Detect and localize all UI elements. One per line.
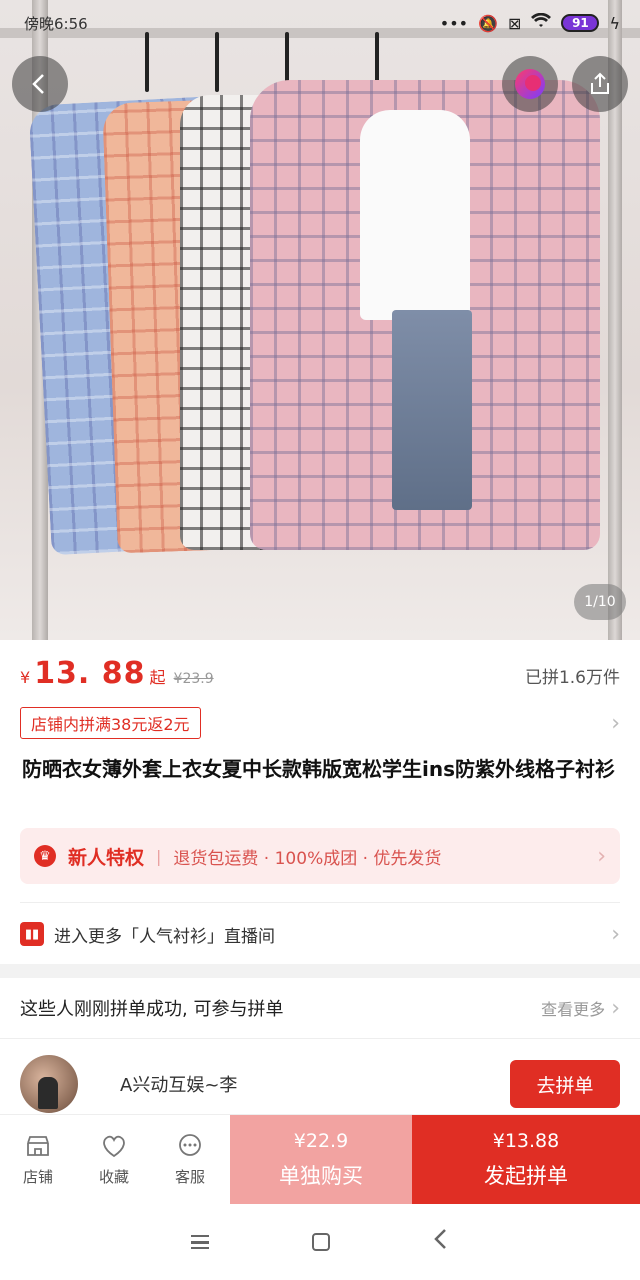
coupon-badge[interactable]: 店铺内拼满38元返2元 [20,707,201,739]
live-room-link[interactable]: ▮▮ 进入更多「人气衬衫」直播间 › [20,912,620,956]
back-nav-icon[interactable] [433,1228,449,1256]
coupon-row[interactable]: 店铺内拼满38元返2元 › [20,706,620,740]
mute-bell-icon: 🔕 [478,13,499,33]
avatar [20,1055,78,1113]
live-tv-icon: ▮▮ [20,922,44,946]
store-button[interactable]: 店铺 [0,1115,76,1204]
price-suffix: 起 [149,668,166,687]
price: ¥ 13. 88 起 ¥23.9 [20,656,214,691]
brand-button[interactable] [502,56,558,112]
perk-separator: | [156,846,162,866]
section-gap [0,964,640,978]
view-more-link[interactable]: 查看更多 › [541,996,620,1021]
service-button[interactable]: 客服 [152,1115,228,1204]
heart-icon [100,1132,128,1160]
share-icon [591,72,609,94]
product-title: 防晒衣女薄外套上衣女夏中长款韩版宽松学生ins防紫外线格子衬衫 [22,757,615,781]
group-buy-heading: 这些人刚刚拼单成功, 可参与拼单 [20,999,284,1020]
back-button[interactable] [12,56,68,112]
start-group-buy-button[interactable]: ¥13.88 发起拼单 [412,1115,640,1204]
store-icon [25,1132,51,1160]
chat-icon [176,1132,204,1160]
group-buy-row: A兴动互娱~李 去拼单 [20,1054,620,1114]
price-row: ¥ 13. 88 起 ¥23.9 已拼1.6万件 [20,656,620,696]
original-price: ¥23.9 [173,671,214,687]
charging-icon: ϟ [609,13,620,33]
chevron-right-icon: › [611,921,620,947]
single-label: 单独购买 [279,1163,363,1188]
currency-symbol: ¥ [20,668,31,687]
denim-shorts [392,310,472,510]
group-price: ¥13.88 [492,1129,560,1152]
recent-apps-icon[interactable] [191,1235,210,1249]
sim-off-icon: ⊠ [508,13,522,33]
view-more-label: 查看更多 [541,1000,606,1019]
share-button[interactable] [572,56,628,112]
status-time: 傍晚6:56 [24,14,88,33]
status-bar: 傍晚6:56 ••• 🔕 ⊠ 91 ϟ [0,0,640,46]
favorite-label: 收藏 [98,1168,129,1186]
home-icon[interactable] [311,1233,330,1251]
sold-count: 已拼1.6万件 [524,668,620,688]
battery-indicator: 91 [561,14,600,32]
status-icons: ••• 🔕 ⊠ 91 ϟ [439,12,620,33]
wifi-icon [531,12,552,33]
live-room-text: 进入更多「人气衬衫」直播间 [54,926,275,947]
favorite-button[interactable]: 收藏 [76,1115,152,1204]
bottom-tools: 店铺 收藏 客服 [0,1115,230,1204]
chevron-left-icon [32,74,44,94]
brand-orb-icon [515,69,545,99]
chevron-right-icon: › [611,710,620,736]
more-dots-icon: ••• [439,13,469,33]
system-nav-bar [0,1204,640,1280]
white-tee [360,110,470,320]
group-label: 发起拼单 [484,1163,568,1188]
divider [20,902,620,903]
chevron-right-icon: › [597,843,606,869]
buy-single-button[interactable]: ¥22.9 单独购买 [230,1115,412,1204]
bottom-action-bar: 店铺 收藏 客服 ¥22.9 单独购买 ¥13.88 发起拼单 [0,1114,640,1204]
image-counter: 1/10 [574,584,626,620]
crown-icon: ♛ [34,845,56,867]
perk-text: 退货包运费 · 100%成团 · 优先发货 [173,848,442,869]
chevron-right-icon: › [611,995,620,1021]
perk-title: 新人特权 [68,846,145,869]
join-group-button[interactable]: 去拼单 [510,1060,620,1108]
new-user-perk-banner[interactable]: ♛ 新人特权 | 退货包运费 · 100%成团 · 优先发货 › [20,828,620,884]
group-buy-header: 这些人刚刚拼单成功, 可参与拼单 查看更多 › [20,986,620,1030]
divider [0,1038,640,1039]
service-label: 客服 [174,1168,205,1186]
group-user-name: A兴动互娱~李 [120,1075,238,1096]
single-price: ¥22.9 [293,1129,349,1152]
price-amount: 13. 88 [34,656,146,691]
store-label: 店铺 [22,1168,53,1186]
